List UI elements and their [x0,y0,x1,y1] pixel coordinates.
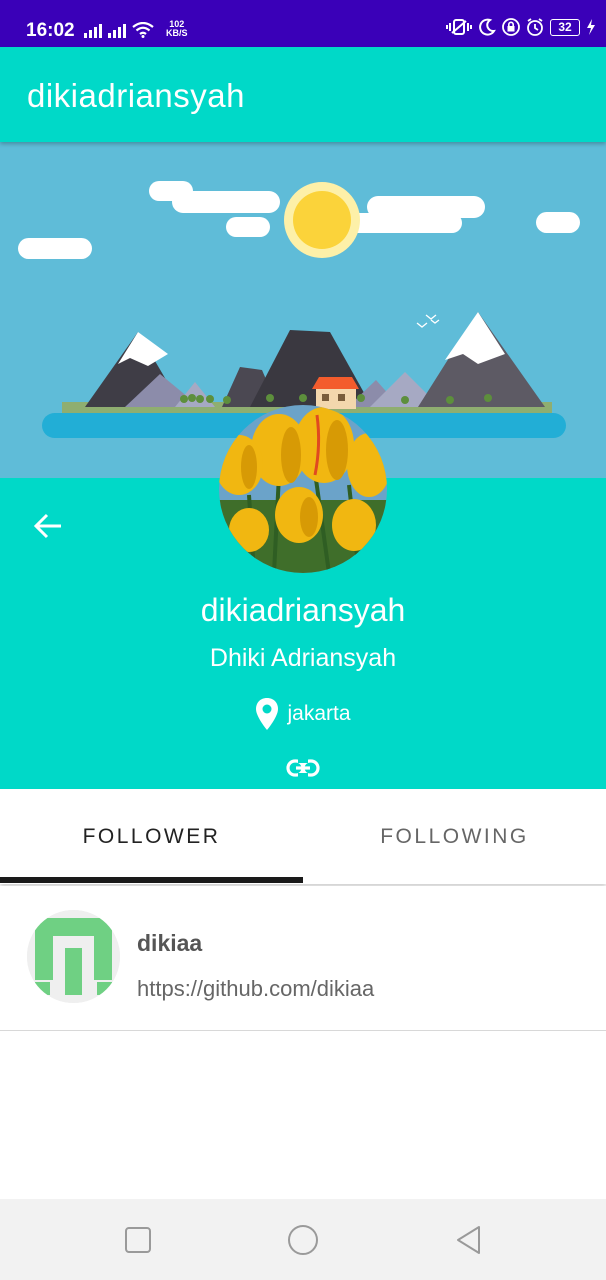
network-speed: 102 KB/S [166,19,188,38]
follower-name: dikiaa [137,930,203,956]
follower-url: https://github.com/dikiaa [137,976,375,1001]
tab-following[interactable]: FOLLOWING [303,789,606,884]
moon-icon [479,18,496,36]
recent-apps-icon[interactable] [121,1223,155,1257]
back-icon[interactable] [452,1223,486,1257]
status-bar: 16:02 102 KB/S 32 [0,0,606,47]
signal-icon [84,22,102,38]
battery-icon: 32 [550,18,580,36]
signal-icon [108,22,126,38]
tab-follower[interactable]: FOLLOWER [0,789,303,884]
app-bar: dikiadriansyah [0,47,606,142]
tab-indicator [0,877,303,883]
tab-bar: FOLLOWER FOLLOWING [0,789,606,884]
link-icon[interactable] [286,757,320,779]
home-icon[interactable] [286,1223,320,1257]
alarm-icon [527,18,543,36]
charging-icon [587,19,595,35]
identicon [27,910,120,1003]
profile-username: dikiadriansyah [200,592,406,628]
profile-location: jakarta [0,697,606,731]
follower-avatar [27,910,120,1003]
tulip-photo [219,405,387,573]
profile-full-name: Dhiki Adriansyah [209,644,397,672]
profile-avatar [219,405,387,573]
wifi-icon [132,22,154,38]
status-left-icons: 102 KB/S [84,20,188,38]
lock-icon [502,18,520,36]
location-text: jakarta [287,702,351,725]
list-item[interactable]: dikiaa https://github.com/dikiaa [0,886,606,1031]
back-arrow-icon[interactable] [33,513,63,539]
system-nav-bar [0,1199,606,1280]
status-time: 16:02 [26,20,75,41]
location-pin-icon [256,698,279,730]
vibrate-icon [446,19,472,35]
status-right-icons: 32 [446,18,596,36]
app-title: dikiadriansyah [27,77,245,114]
